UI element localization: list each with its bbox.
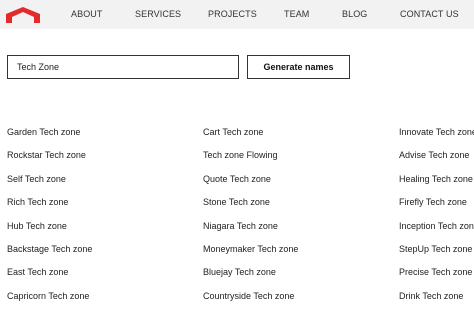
nav-blog[interactable]: BLOG [342, 9, 367, 19]
names-column-3: Innovate Tech zone Advise Tech zone Heal… [399, 127, 474, 314]
generated-name[interactable]: Backstage Tech zone [7, 244, 92, 267]
generated-name[interactable]: Cart Tech zone [203, 127, 298, 150]
generated-name[interactable]: Bluejay Tech zone [203, 267, 298, 290]
generated-name[interactable]: Countryside Tech zone [203, 291, 298, 314]
top-navigation-bar: ABOUT SERVICES PROJECTS TEAM BLOG CONTAC… [0, 0, 474, 29]
generated-name[interactable]: Self Tech zone [7, 174, 92, 197]
generated-name[interactable]: Precise Tech zone [399, 267, 474, 290]
generated-name[interactable]: Niagara Tech zone [203, 221, 298, 244]
generated-name[interactable]: Capricorn Tech zone [7, 291, 92, 314]
generated-name[interactable]: Garden Tech zone [7, 127, 92, 150]
generated-name[interactable]: Healing Tech zone [399, 174, 474, 197]
red-chevron-logo-icon[interactable] [6, 7, 40, 23]
generated-name[interactable]: Drink Tech zone [399, 291, 474, 314]
generated-name[interactable]: Quote Tech zone [203, 174, 298, 197]
generated-name[interactable]: Stone Tech zone [203, 197, 298, 220]
names-column-2: Cart Tech zone Tech zone Flowing Quote T… [203, 127, 298, 314]
generated-names-list: Garden Tech zone Rockstar Tech zone Self… [0, 127, 474, 316]
generate-names-button[interactable]: Generate names [247, 55, 350, 79]
generated-name[interactable]: Inception Tech zone [399, 221, 474, 244]
nav-team[interactable]: TEAM [284, 9, 309, 19]
generated-name[interactable]: Rockstar Tech zone [7, 150, 92, 173]
nav-projects[interactable]: PROJECTS [208, 9, 257, 19]
generated-name[interactable]: Tech zone Flowing [203, 150, 298, 173]
generated-name[interactable]: StepUp Tech zone [399, 244, 474, 267]
nav-about[interactable]: ABOUT [71, 9, 103, 19]
generated-name[interactable]: Rich Tech zone [7, 197, 92, 220]
generated-name[interactable]: Hub Tech zone [7, 221, 92, 244]
generated-name[interactable]: Advise Tech zone [399, 150, 474, 173]
nav-contact-us[interactable]: CONTACT US [400, 9, 459, 19]
generated-name[interactable]: Innovate Tech zone [399, 127, 474, 150]
nav-services[interactable]: SERVICES [135, 9, 181, 19]
business-name-input[interactable] [7, 55, 239, 79]
generated-name[interactable]: East Tech zone [7, 267, 92, 290]
generated-name[interactable]: Firefly Tech zone [399, 197, 474, 220]
names-column-1: Garden Tech zone Rockstar Tech zone Self… [7, 127, 92, 314]
generated-name[interactable]: Moneymaker Tech zone [203, 244, 298, 267]
